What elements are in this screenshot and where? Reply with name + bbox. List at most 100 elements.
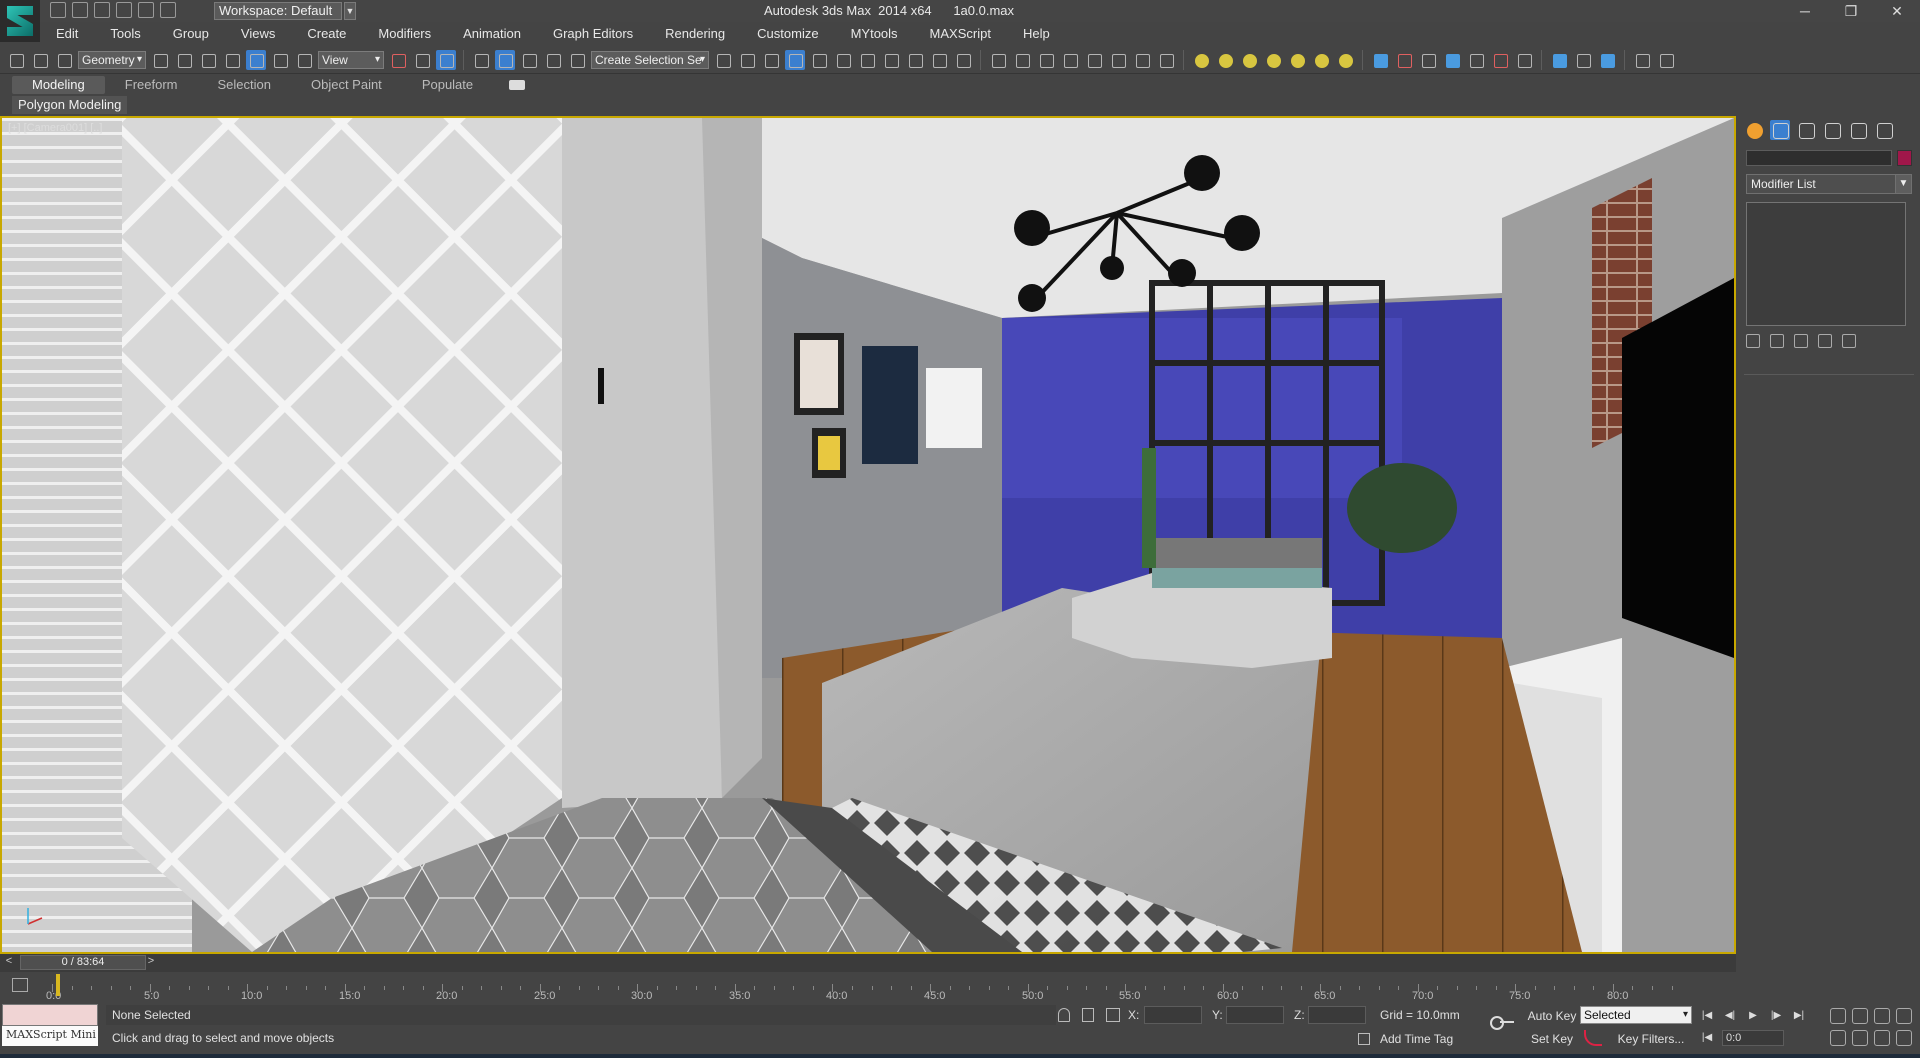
- auto-key-button[interactable]: Auto Key: [1526, 1006, 1578, 1026]
- bind-space-warp-icon[interactable]: [54, 50, 74, 70]
- menu-mytools[interactable]: MYtools: [835, 22, 914, 46]
- tab-populate[interactable]: Populate: [402, 76, 493, 94]
- rotate-icon[interactable]: [270, 50, 290, 70]
- angle-snap-icon[interactable]: [495, 49, 515, 70]
- script-tool-1-icon[interactable]: [1549, 50, 1569, 70]
- pan-icon[interactable]: [1852, 1030, 1868, 1046]
- target-light-icon[interactable]: [1287, 50, 1307, 70]
- select-object-icon[interactable]: [150, 50, 170, 70]
- mini-curve-editor-icon[interactable]: [12, 978, 28, 992]
- field-of-view-icon[interactable]: [1830, 1030, 1846, 1046]
- vray-tool-3-icon[interactable]: [1418, 50, 1438, 70]
- vray-tool-1-icon[interactable]: [1370, 50, 1390, 70]
- edit-named-selection-icon[interactable]: [567, 50, 587, 70]
- perspective-icon[interactable]: [1852, 1008, 1868, 1024]
- ribbon-minimize-toggle[interactable]: [509, 80, 526, 90]
- pin-stack-icon[interactable]: [1746, 334, 1760, 348]
- material-editor-icon[interactable]: [881, 50, 901, 70]
- isolate-selection-icon[interactable]: [1058, 1008, 1070, 1022]
- pivot-center-icon[interactable]: [388, 50, 408, 70]
- script-tool-3-icon[interactable]: [1597, 50, 1617, 70]
- viewport-label[interactable]: [+] [Camera001] [..]: [8, 122, 102, 134]
- workspace-dropdown[interactable]: Workspace: Default: [214, 2, 342, 20]
- minimize-button[interactable]: ─: [1782, 0, 1828, 22]
- scene-explorer-icon[interactable]: [785, 49, 805, 70]
- box-light-icon[interactable]: [1191, 50, 1211, 70]
- snap-toggle-icon[interactable]: [471, 50, 491, 70]
- absolute-mode-icon[interactable]: [1106, 1008, 1120, 1022]
- new-file-icon[interactable]: [50, 2, 66, 18]
- x-coordinate-field[interactable]: [1144, 1006, 1202, 1024]
- current-time-marker[interactable]: [56, 974, 60, 996]
- schematic-view-icon[interactable]: [857, 50, 877, 70]
- camera-viewport[interactable]: [+] [Camera001] [..]: [0, 116, 1736, 954]
- time-slider-next-button[interactable]: >: [144, 955, 158, 970]
- select-manipulate-icon[interactable]: [412, 50, 432, 70]
- project-folder-icon[interactable]: [160, 2, 176, 18]
- utilities-panel-icon[interactable]: [1874, 120, 1894, 140]
- plugin-tool-5-icon[interactable]: [1084, 50, 1104, 70]
- tab-freeform[interactable]: Freeform: [105, 76, 198, 94]
- save-icon[interactable]: [94, 2, 110, 18]
- dome-light-icon[interactable]: [1335, 50, 1355, 70]
- plugin-tool-7-icon[interactable]: [1132, 50, 1152, 70]
- dolly-camera-icon[interactable]: [1830, 1008, 1846, 1024]
- tab-object-paint[interactable]: Object Paint: [291, 76, 402, 94]
- align-icon[interactable]: [737, 50, 757, 70]
- percent-snap-icon[interactable]: [519, 50, 539, 70]
- object-color-swatch[interactable]: [1897, 150, 1912, 166]
- motion-panel-icon[interactable]: [1822, 120, 1842, 140]
- plugin-tool-3-icon[interactable]: [1036, 50, 1056, 70]
- default-in-out-tangent-icon[interactable]: [1584, 1030, 1602, 1046]
- menu-create[interactable]: Create: [291, 22, 362, 46]
- plugin-tool-1-icon[interactable]: [988, 50, 1008, 70]
- close-button[interactable]: ✕: [1874, 0, 1920, 22]
- maximize-viewport-icon[interactable]: [1896, 1030, 1912, 1046]
- mirror-icon[interactable]: [713, 50, 733, 70]
- link-icon[interactable]: [6, 50, 26, 70]
- unlink-icon[interactable]: [30, 50, 50, 70]
- time-slider-handle[interactable]: 0 / 83:64: [20, 955, 146, 970]
- app-logo-icon[interactable]: [0, 0, 40, 42]
- maxscript-listener-output[interactable]: [2, 1004, 98, 1026]
- time-tag-icon[interactable]: [1358, 1033, 1370, 1045]
- configure-modifier-sets-icon[interactable]: [1842, 334, 1856, 348]
- set-key-button[interactable]: Set Key: [1526, 1029, 1578, 1049]
- key-mode-toggle-icon[interactable]: |◀: [1698, 1030, 1716, 1046]
- maxscript-mini-listener[interactable]: MAXScript Mini: [2, 1026, 98, 1046]
- render-icon[interactable]: [953, 50, 973, 70]
- plugin-tool-8-icon[interactable]: [1156, 50, 1176, 70]
- vray-tool-7-icon[interactable]: [1514, 50, 1534, 70]
- vray-tool-5-icon[interactable]: [1466, 50, 1486, 70]
- scale-icon[interactable]: [294, 50, 314, 70]
- remove-modifier-icon[interactable]: [1818, 334, 1832, 348]
- spinner-snap-icon[interactable]: [543, 50, 563, 70]
- menu-group[interactable]: Group: [157, 22, 225, 46]
- go-to-end-icon[interactable]: ▶|: [1790, 1008, 1808, 1024]
- spot-light-icon[interactable]: [1263, 50, 1283, 70]
- open-file-icon[interactable]: [72, 2, 88, 18]
- key-icon[interactable]: [1490, 1016, 1516, 1030]
- sphere-light-icon[interactable]: [1215, 50, 1235, 70]
- play-icon[interactable]: ▶: [1744, 1008, 1762, 1024]
- roll-camera-icon[interactable]: [1874, 1008, 1890, 1024]
- sun-light-icon[interactable]: [1311, 50, 1331, 70]
- create-panel-icon[interactable]: [1744, 120, 1764, 140]
- current-frame-field[interactable]: 0:0: [1722, 1030, 1784, 1046]
- time-slider-prev-button[interactable]: <: [2, 955, 16, 970]
- key-filters-button[interactable]: Key Filters...: [1610, 1029, 1692, 1049]
- select-by-name-icon[interactable]: [174, 50, 194, 70]
- selection-region-icon[interactable]: [198, 50, 218, 70]
- modifier-list-dropdown[interactable]: Modifier List ▼: [1746, 174, 1912, 194]
- menu-customize[interactable]: Customize: [741, 22, 834, 46]
- move-icon[interactable]: [246, 49, 266, 70]
- plugin-tool-4-icon[interactable]: [1060, 50, 1080, 70]
- chevron-down-icon[interactable]: ▼: [1895, 175, 1911, 193]
- tab-modeling[interactable]: Modeling: [12, 76, 105, 94]
- tab-selection[interactable]: Selection: [198, 76, 291, 94]
- command-panel-toggle-icon[interactable]: [1632, 50, 1652, 70]
- window-crossing-icon[interactable]: [222, 50, 242, 70]
- make-unique-icon[interactable]: [1794, 334, 1808, 348]
- key-mode-dropdown[interactable]: Selected: [1580, 1006, 1692, 1024]
- script-tool-2-icon[interactable]: [1573, 50, 1593, 70]
